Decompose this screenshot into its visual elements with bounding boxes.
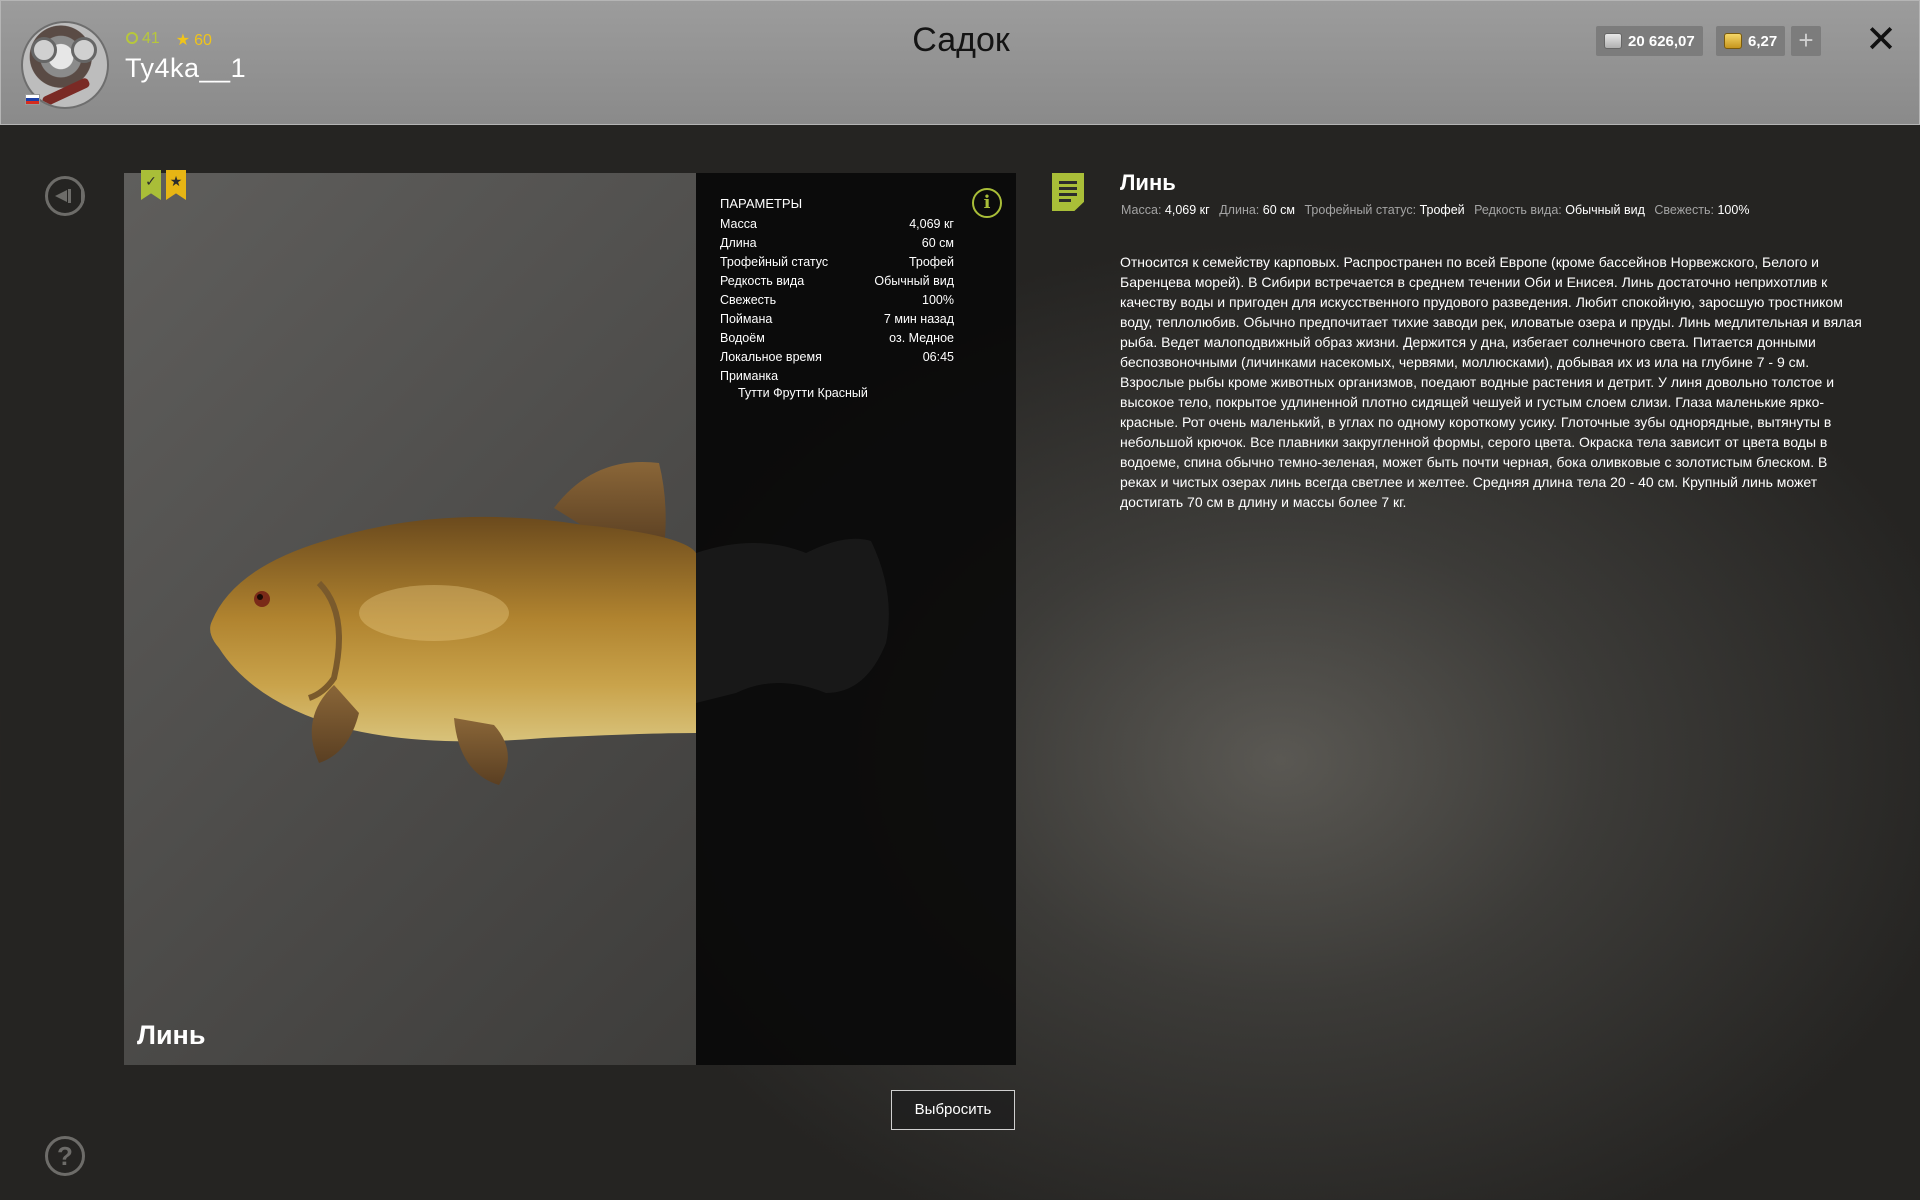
params-title: ПАРАМЕТРЫ	[720, 196, 803, 211]
param-value: оз. Медное	[889, 331, 954, 345]
meta-value: 100%	[1717, 203, 1750, 217]
param-label: Масса	[720, 217, 757, 231]
note-icon	[1052, 173, 1084, 211]
param-value: 4,069 кг	[909, 217, 954, 231]
param-value: 60 см	[921, 236, 954, 250]
meta-value: 4,069 кг	[1164, 203, 1210, 217]
param-row-length: Длина 60 см	[720, 236, 954, 250]
check-icon: ✓	[145, 173, 157, 189]
meta-label: Трофейный статус:	[1304, 203, 1417, 217]
param-row-caught: Поймана 7 мин назад	[720, 312, 954, 326]
info-icon[interactable]: i	[972, 188, 1002, 218]
help-icon[interactable]: ?	[45, 1136, 85, 1176]
param-label: Свежесть	[720, 293, 777, 307]
description-title: Линь	[1120, 170, 1176, 195]
fish-illustration	[210, 461, 696, 785]
param-label: Локальное время	[720, 350, 822, 364]
bait-name: Тутти Фрутти Красный	[738, 386, 868, 400]
body-highlight	[359, 585, 509, 641]
param-label: Длина	[720, 236, 757, 250]
param-row-rarity: Редкость вида Обычный вид	[720, 274, 954, 288]
top-bar: 41 ★ 60 Ty4ka__1 Садок 20 626,07 6,27 + ✕	[0, 0, 1920, 125]
russia-flag-icon	[25, 94, 40, 105]
description-text: Относится к семейству карповых. Распрост…	[1120, 254, 1862, 510]
meta-label: Редкость вида:	[1474, 203, 1562, 217]
discard-button[interactable]: Выбросить	[891, 1090, 1015, 1130]
meta-value: 60 см	[1262, 203, 1295, 217]
meta-label: Свежесть:	[1654, 203, 1714, 217]
avatar-guitar	[41, 76, 91, 107]
gold-balance: 6,27	[1716, 26, 1786, 56]
param-label: Водоём	[720, 331, 765, 345]
param-row-time: Локальное время 06:45	[720, 350, 954, 364]
fish-name: Линь	[137, 1020, 206, 1050]
meta-value: Трофей	[1419, 203, 1465, 217]
param-row-freshness: Свежесть 100%	[720, 293, 954, 307]
param-value: Обычный вид	[874, 274, 954, 288]
param-row-trophy: Трофейный статус Трофей	[720, 255, 954, 269]
fish-preview[interactable]	[124, 173, 696, 1065]
param-label: Трофейный статус	[720, 255, 829, 269]
param-row-mass: Масса 4,069 кг	[720, 217, 954, 231]
silver-coin-icon	[1604, 33, 1622, 49]
gold-coin-icon	[1724, 33, 1742, 49]
gold-amount: 6,27	[1748, 32, 1778, 50]
fish-pupil	[257, 594, 263, 600]
param-row-bait: Приманка	[720, 369, 954, 383]
param-row-water: Водоём оз. Медное	[720, 331, 954, 345]
param-value: Трофей	[908, 255, 954, 269]
description-meta: Масса: 4,069 кг Длина: 60 см Трофейный с…	[1121, 203, 1755, 217]
param-value: 06:45	[922, 350, 954, 364]
back-icon[interactable]	[45, 176, 85, 216]
silver-amount: 20 626,07	[1628, 32, 1695, 50]
param-label: Редкость вида	[720, 274, 805, 288]
add-currency-button[interactable]: +	[1791, 26, 1821, 56]
close-button[interactable]: ✕	[1863, 21, 1899, 59]
param-value: 100%	[922, 293, 954, 307]
meta-label: Длина:	[1219, 203, 1260, 217]
param-value: 7 мин назад	[883, 312, 954, 326]
param-label: Приманка	[720, 369, 779, 383]
param-label: Поймана	[720, 312, 773, 326]
star-icon: ★	[169, 173, 183, 189]
meta-value: Обычный вид	[1565, 203, 1645, 217]
silver-balance: 20 626,07	[1596, 26, 1703, 56]
meta-label: Масса:	[1121, 203, 1162, 217]
